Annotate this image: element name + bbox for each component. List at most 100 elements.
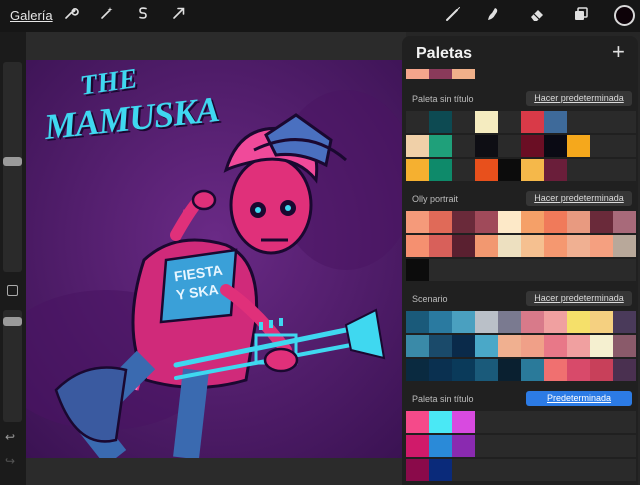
- palette-swatch[interactable]: [475, 259, 498, 281]
- palette-swatch[interactable]: [429, 111, 452, 133]
- palette-swatch[interactable]: [406, 211, 429, 233]
- canvas-area[interactable]: THE MAMUSKA FIESTA Y SKA: [26, 32, 406, 485]
- palette-swatch[interactable]: [544, 135, 567, 157]
- palette-swatch[interactable]: [475, 459, 498, 481]
- palette-swatch[interactable]: [429, 435, 452, 457]
- make-default-button[interactable]: Hacer predeterminada: [526, 291, 632, 306]
- make-default-button[interactable]: Hacer predeterminada: [526, 91, 632, 106]
- palette-swatch[interactable]: [406, 111, 429, 133]
- palette-swatch[interactable]: [498, 335, 521, 357]
- palette-swatch[interactable]: [475, 211, 498, 233]
- palette-swatch[interactable]: [429, 235, 452, 257]
- palette-swatch[interactable]: [498, 359, 521, 381]
- palette-swatch[interactable]: [452, 69, 475, 79]
- palette-swatch[interactable]: [613, 211, 636, 233]
- palette-swatch[interactable]: [521, 111, 544, 133]
- gallery-button[interactable]: Galería: [10, 8, 53, 23]
- palette-swatch[interactable]: [475, 159, 498, 181]
- palette-swatch[interactable]: [452, 159, 475, 181]
- palette-swatch[interactable]: [498, 235, 521, 257]
- palette-swatch[interactable]: [429, 335, 452, 357]
- palette-swatch[interactable]: [429, 159, 452, 181]
- eraser-icon[interactable]: [526, 5, 548, 27]
- add-palette-button[interactable]: +: [612, 40, 625, 64]
- palette-swatch[interactable]: [452, 259, 475, 281]
- palette-swatch[interactable]: [544, 211, 567, 233]
- palette-swatch[interactable]: [567, 411, 590, 433]
- palette-swatch[interactable]: [590, 311, 613, 333]
- palette-swatch[interactable]: [406, 311, 429, 333]
- palette-swatch[interactable]: [613, 311, 636, 333]
- selection-s-icon[interactable]: [132, 5, 154, 27]
- palette-swatch[interactable]: [429, 311, 452, 333]
- palette-swatch[interactable]: [521, 159, 544, 181]
- palette-swatch[interactable]: [544, 359, 567, 381]
- palette-swatch[interactable]: [406, 435, 429, 457]
- palette-swatch[interactable]: [406, 359, 429, 381]
- palette-swatch[interactable]: [590, 111, 613, 133]
- palette-swatch[interactable]: [567, 159, 590, 181]
- palette-swatch[interactable]: [498, 211, 521, 233]
- palette-swatch[interactable]: [452, 435, 475, 457]
- smudge-icon[interactable]: [482, 5, 504, 27]
- palette-swatch[interactable]: [475, 135, 498, 157]
- palette-swatch[interactable]: [429, 135, 452, 157]
- palette-swatch[interactable]: [452, 235, 475, 257]
- brush-size-slider[interactable]: [3, 62, 22, 272]
- palette-swatch[interactable]: [406, 259, 429, 281]
- palette-swatch[interactable]: [544, 111, 567, 133]
- palette-swatch[interactable]: [590, 359, 613, 381]
- palette-swatch[interactable]: [544, 159, 567, 181]
- palette-swatch[interactable]: [475, 411, 498, 433]
- palette-swatch[interactable]: [590, 411, 613, 433]
- palette-swatch[interactable]: [544, 311, 567, 333]
- palette-swatch[interactable]: [521, 259, 544, 281]
- palette-swatch[interactable]: [498, 135, 521, 157]
- palette-swatch[interactable]: [452, 411, 475, 433]
- palette-swatch[interactable]: [521, 135, 544, 157]
- palette-swatch[interactable]: [613, 459, 636, 481]
- palette-swatch[interactable]: [406, 335, 429, 357]
- palette-swatch[interactable]: [429, 211, 452, 233]
- palette-swatch[interactable]: [567, 435, 590, 457]
- palette-swatch[interactable]: [452, 335, 475, 357]
- current-color-swatch[interactable]: [614, 5, 635, 26]
- palette-swatch[interactable]: [613, 159, 636, 181]
- palette-swatch[interactable]: [452, 111, 475, 133]
- layers-icon[interactable]: [570, 5, 592, 27]
- palette-swatch[interactable]: [613, 259, 636, 281]
- palette-swatch[interactable]: [567, 335, 590, 357]
- magic-wand-icon[interactable]: [96, 5, 118, 27]
- palette-swatch[interactable]: [406, 69, 429, 79]
- opacity-slider[interactable]: [3, 310, 22, 422]
- palette-swatch[interactable]: [429, 359, 452, 381]
- palette-swatch[interactable]: [452, 211, 475, 233]
- palette-swatch[interactable]: [613, 135, 636, 157]
- palette-swatch[interactable]: [521, 359, 544, 381]
- palette-swatch[interactable]: [521, 235, 544, 257]
- brush-size-handle[interactable]: [3, 157, 22, 166]
- palette-swatch[interactable]: [498, 311, 521, 333]
- palette-swatch[interactable]: [475, 335, 498, 357]
- palette-swatch[interactable]: [567, 135, 590, 157]
- palette-swatch[interactable]: [590, 335, 613, 357]
- palette-swatch[interactable]: [567, 235, 590, 257]
- palette-swatch[interactable]: [429, 459, 452, 481]
- palette-swatch[interactable]: [429, 411, 452, 433]
- default-palette-button[interactable]: Predeterminada: [526, 391, 632, 406]
- palette-swatch[interactable]: [590, 459, 613, 481]
- palette-swatch[interactable]: [475, 435, 498, 457]
- palette-swatch[interactable]: [590, 159, 613, 181]
- palette-swatch[interactable]: [567, 359, 590, 381]
- palette-swatch[interactable]: [452, 135, 475, 157]
- palette-swatch[interactable]: [567, 211, 590, 233]
- palette-swatch[interactable]: [406, 159, 429, 181]
- palette-swatch[interactable]: [498, 111, 521, 133]
- palette-swatch[interactable]: [521, 335, 544, 357]
- palette-swatch[interactable]: [544, 259, 567, 281]
- palette-swatch[interactable]: [544, 435, 567, 457]
- palette-swatch[interactable]: [590, 435, 613, 457]
- palette-swatch[interactable]: [544, 411, 567, 433]
- palette-swatch[interactable]: [544, 459, 567, 481]
- palette-swatch[interactable]: [613, 411, 636, 433]
